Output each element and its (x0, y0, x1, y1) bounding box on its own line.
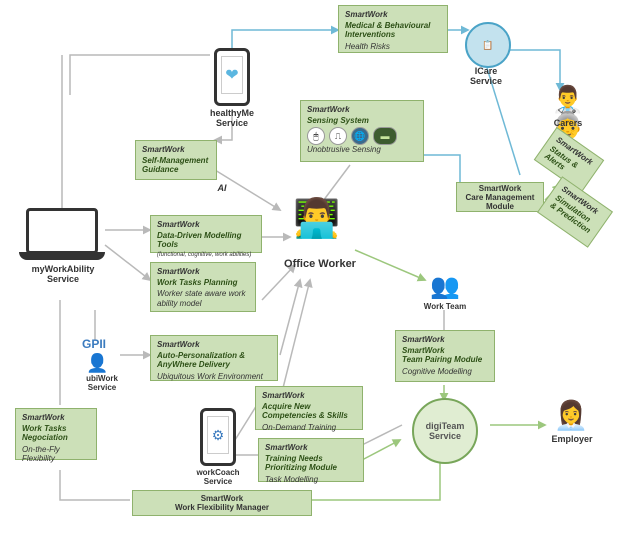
brand-label: SmartWork (345, 10, 441, 19)
workcoach-label: workCoach Service (188, 468, 248, 486)
module-team: SmartWork SmartWork Team Pairing Module … (395, 330, 495, 382)
icare-service-node: 📋 (465, 22, 511, 68)
module-datatools: SmartWork Data-Driven Modelling Tools (f… (150, 215, 262, 253)
module-sensing: SmartWork Sensing System 🖱 ⎍ 🌐 ▬ Unobtru… (300, 100, 424, 162)
office-worker-label: Office Worker (275, 258, 365, 270)
module-autopers: SmartWork Auto-Personalization & AnyWher… (150, 335, 278, 381)
pulse-icon: ⎍ (329, 127, 347, 145)
healthyme-label: healthyMe Service (202, 108, 262, 128)
module-negociation: SmartWork Work Tasks Negociation On-the-… (15, 408, 97, 460)
digiteam-node: digiTeam Service (412, 398, 478, 464)
carers-label: Carers (540, 118, 596, 128)
ubiwork-label: ubiWork Service (74, 374, 130, 392)
workcoach-device: ⚙ (200, 408, 236, 466)
module-training: SmartWork Training Needs Prioritizing Mo… (258, 438, 364, 482)
module-flex: SmartWork Work Flexibility Manager (132, 490, 312, 516)
module-care: SmartWork Care Management Module (456, 182, 544, 212)
employer-icon: 👩‍💼 (546, 402, 596, 430)
work-team-icon: 👥 (420, 275, 470, 299)
module-sub: Health Risks (345, 42, 441, 51)
ai-label: AI (210, 183, 234, 193)
gears-icon: ⚙ (207, 416, 229, 454)
module-medical: SmartWork Medical & Behavioural Interven… (338, 5, 448, 53)
mouse-icon: 🖱 (307, 127, 325, 145)
module-simpred: SmartWork Simulation & Prediction (537, 176, 613, 248)
heart-icon: ❤ (221, 56, 243, 94)
module-tasks: SmartWork Work Tasks Planning Worker sta… (150, 262, 256, 312)
office-worker-icon: 👨‍💻 (282, 200, 352, 238)
work-team-label: Work Team (416, 302, 474, 311)
laptop-device (26, 208, 98, 254)
module-competencies: SmartWork Acquire New Competencies & Ski… (255, 386, 363, 430)
wearable-icon: ▬ (373, 127, 397, 145)
carers-icon: 👨‍⚕️👵 (538, 86, 598, 138)
ubiwork-icon: 👤 (86, 354, 108, 372)
module-selfmgmt: SmartWork Self-Management Guidance (135, 140, 217, 180)
module-core: Medical & Behavioural Interventions (345, 21, 441, 39)
employer-label: Employer (542, 434, 602, 444)
sensor-icons: 🖱 ⎍ 🌐 ▬ (307, 127, 417, 145)
gpii-logo: GPII (82, 337, 106, 351)
icare-label: ICare Service (456, 66, 516, 86)
healthyme-device: ❤ (214, 48, 250, 106)
myworkability-label: myWorkAbility Service (18, 264, 108, 284)
globe-icon: 🌐 (351, 127, 369, 145)
